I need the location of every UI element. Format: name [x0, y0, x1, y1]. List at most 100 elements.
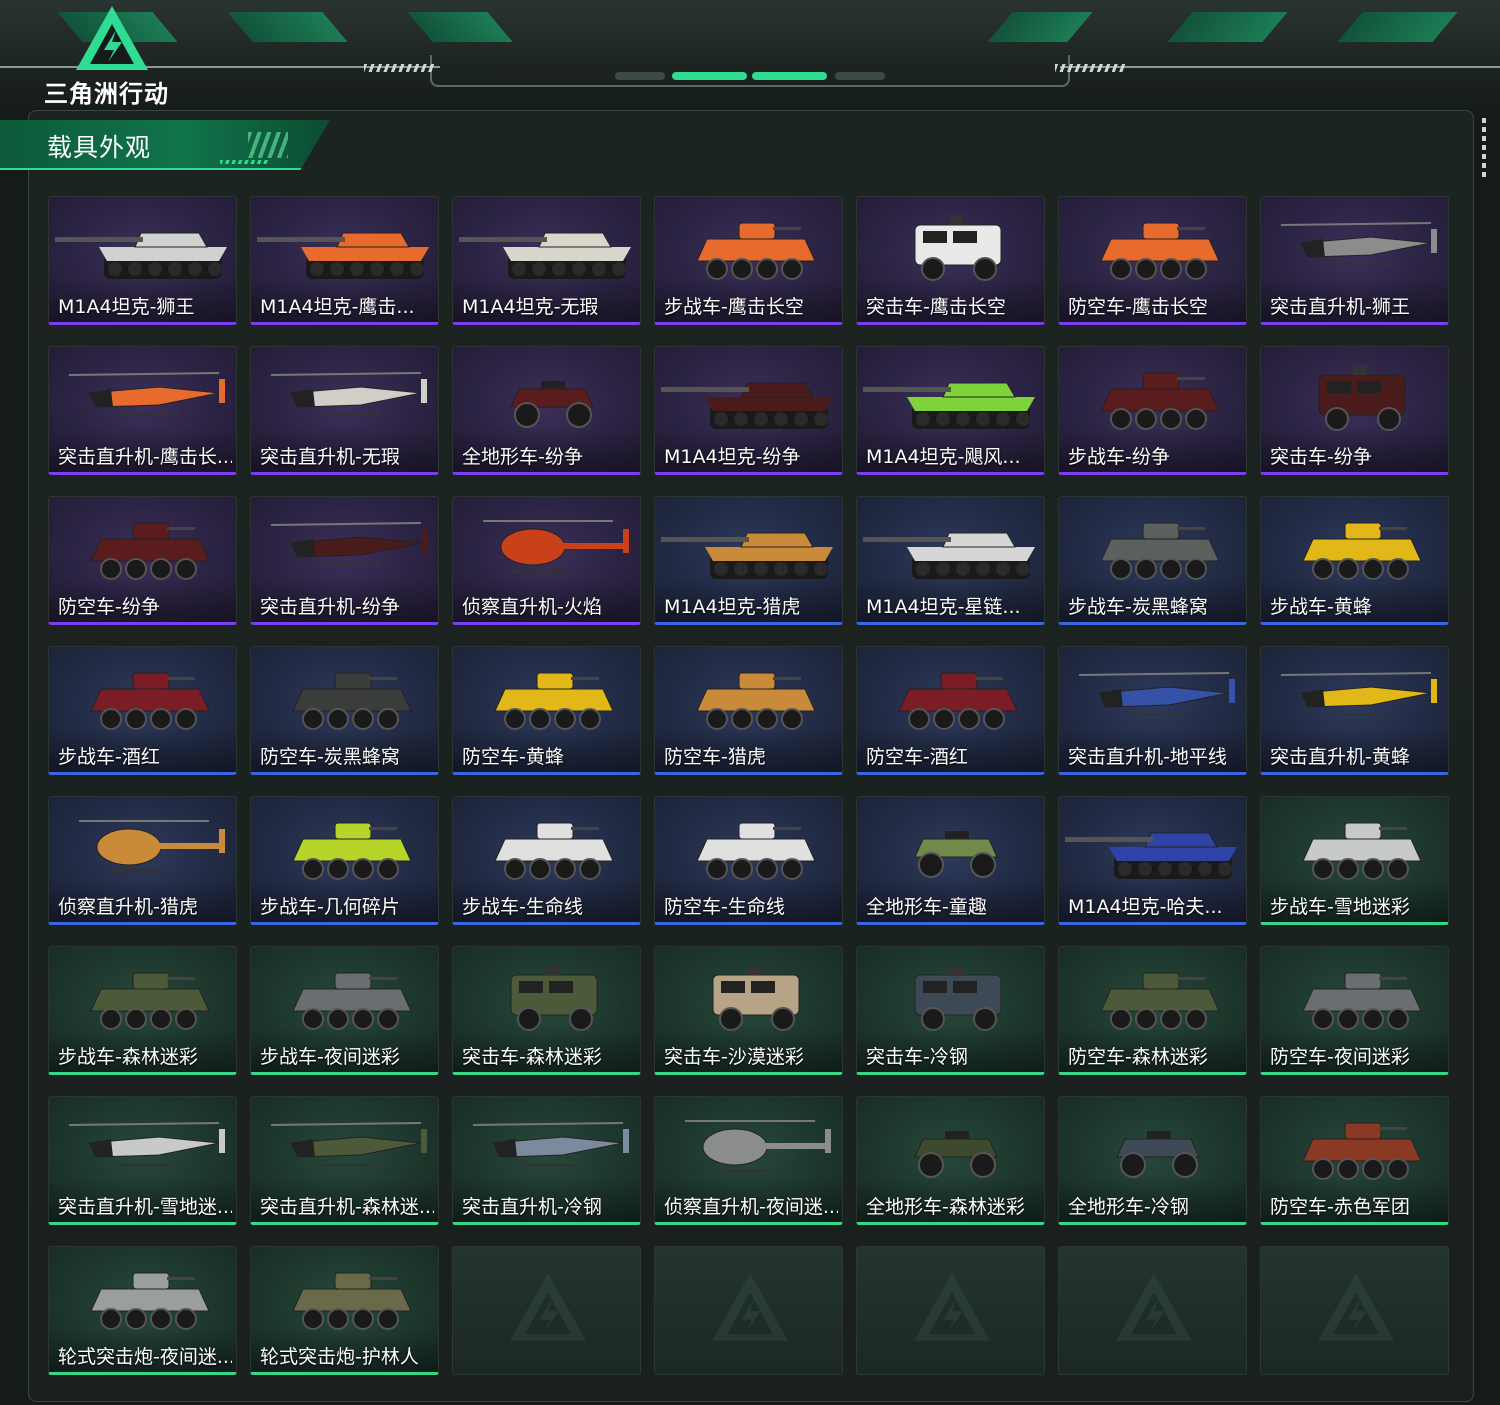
vehicle-skin-card[interactable]: 突击直升机-纷争 [250, 496, 439, 625]
vehicle-skin-card[interactable]: 防空车-炭黑蜂窝 [250, 646, 439, 775]
vehicle-skin-card[interactable]: 突击直升机-雪地迷... [48, 1096, 237, 1225]
vehicle-skin-card[interactable]: 步战车-酒红 [48, 646, 237, 775]
atv-icon [510, 381, 594, 428]
ifv-icon [1302, 972, 1422, 1030]
ifv-icon [292, 672, 412, 730]
vehicle-skin-name: 突击直升机-地平线 [1068, 746, 1227, 768]
vehicle-skin-name: M1A4坦克-无瑕 [462, 296, 599, 318]
vehicle-skin-card[interactable]: 步战车-雪地迷彩 [1260, 796, 1449, 925]
vehicle-skin-card[interactable]: 步战车-黄蜂 [1260, 496, 1449, 625]
vehicle-skin-card[interactable]: 步战车-鹰击长空 [654, 196, 843, 325]
vehicle-skin-card[interactable]: 防空车-赤色军团 [1260, 1096, 1449, 1225]
vehicle-skin-card[interactable]: M1A4坦克-哈夫... [1058, 796, 1247, 925]
vehicle-skin-card[interactable]: 侦察直升机-夜间迷... [654, 1096, 843, 1225]
ifv-icon [292, 972, 412, 1030]
vehicle-skin-card[interactable]: 防空车-猎虎 [654, 646, 843, 775]
vehicle-skin-card[interactable]: 防空车-生命线 [654, 796, 843, 925]
header-stripe [227, 12, 348, 42]
vehicle-skin-card[interactable]: 全地形车-童趣 [856, 796, 1045, 925]
vehicle-skin-card[interactable]: 轮式突击炮-夜间迷... [48, 1246, 237, 1375]
vehicle-skin-card[interactable]: 突击车-鹰击长空 [856, 196, 1045, 325]
vehicle-skin-card[interactable]: 防空车-黄蜂 [452, 646, 641, 775]
vehicle-skin-name: M1A4坦克-狮王 [58, 296, 195, 318]
vehicle-skin-card[interactable]: M1A4坦克-猎虎 [654, 496, 843, 625]
vehicle-skin-card[interactable]: 步战车-炭黑蜂窝 [1058, 496, 1247, 625]
vehicle-skin-name: 突击直升机-雪地迷... [58, 1196, 232, 1218]
vehicle-skin-card[interactable]: 防空车-鹰击长空 [1058, 196, 1247, 325]
ifv-icon [292, 822, 412, 880]
tank-icon [459, 232, 631, 279]
vehicle-skin-card[interactable]: 突击车-沙漠迷彩 [654, 946, 843, 1075]
empty-slot [856, 1246, 1045, 1375]
vehicle-skin-name: 轮式突击炮-夜间迷... [58, 1346, 232, 1368]
logo-placeholder-icon [1116, 1273, 1192, 1341]
vehicle-skin-card[interactable]: 防空车-森林迷彩 [1058, 946, 1247, 1075]
vehicle-skin-name: M1A4坦克-猎虎 [664, 596, 801, 618]
vehicle-skin-card[interactable]: 侦察直升机-猎虎 [48, 796, 237, 925]
logo-placeholder-icon [510, 1273, 586, 1341]
helicopter-icon [472, 1122, 629, 1166]
vehicle-skin-card[interactable]: 步战车-森林迷彩 [48, 946, 237, 1075]
vehicle-skin-name: 步战车-森林迷彩 [58, 1046, 198, 1068]
ifv-icon [494, 822, 614, 880]
vehicle-skin-card[interactable]: 突击直升机-森林迷... [250, 1096, 439, 1225]
wheeled-assault-gun-icon [292, 1272, 412, 1330]
empty-slot [1260, 1246, 1449, 1375]
vehicle-skin-card[interactable]: 突击直升机-鹰击长... [48, 346, 237, 475]
vehicle-skin-card[interactable]: 防空车-夜间迷彩 [1260, 946, 1449, 1075]
vehicle-skin-card[interactable]: 侦察直升机-火焰 [452, 496, 641, 625]
logo-placeholder-icon [914, 1273, 990, 1341]
vehicle-skin-card[interactable]: 步战车-几何碎片 [250, 796, 439, 925]
vehicle-skin-card[interactable]: M1A4坦克-无瑕 [452, 196, 641, 325]
vehicle-skin-card[interactable]: M1A4坦克-纷争 [654, 346, 843, 475]
vehicle-skin-name: 突击直升机-黄蜂 [1270, 746, 1410, 768]
vehicle-skin-card[interactable]: 全地形车-冷钢 [1058, 1096, 1247, 1225]
vehicle-skin-card[interactable]: 步战车-夜间迷彩 [250, 946, 439, 1075]
ifv-icon [1302, 522, 1422, 580]
assault-vehicle-icon [712, 965, 800, 1031]
vehicle-skin-card[interactable]: 全地形车-纷争 [452, 346, 641, 475]
scrollbar[interactable] [1482, 118, 1486, 178]
vehicle-skin-card[interactable]: M1A4坦克-飓风... [856, 346, 1045, 475]
vehicle-skin-card[interactable]: 轮式突击炮-护林人 [250, 1246, 439, 1375]
ifv-icon [90, 522, 210, 580]
vehicle-skin-name: 防空车-纷争 [58, 596, 160, 618]
vehicle-skin-card[interactable]: 步战车-纷争 [1058, 346, 1247, 475]
vehicle-skin-name: 侦察直升机-火焰 [462, 596, 602, 618]
ifv-icon [90, 972, 210, 1030]
vehicle-skin-name: M1A4坦克-鹰击... [260, 296, 415, 318]
scout-helicopter-icon [685, 1120, 831, 1173]
vehicle-skin-card[interactable]: 步战车-生命线 [452, 796, 641, 925]
atv-icon [914, 1131, 998, 1178]
vehicle-skin-card[interactable]: M1A4坦克-鹰击... [250, 196, 439, 325]
vehicle-skin-card[interactable]: 突击直升机-冷钢 [452, 1096, 641, 1225]
vehicle-skin-card[interactable]: 突击直升机-黄蜂 [1260, 646, 1449, 775]
vehicle-skin-card[interactable]: 突击直升机-无瑕 [250, 346, 439, 475]
vehicle-skin-name: 突击车-冷钢 [866, 1046, 968, 1068]
vehicle-skin-card[interactable]: 全地形车-森林迷彩 [856, 1096, 1045, 1225]
vehicle-skin-card[interactable]: 突击直升机-狮王 [1260, 196, 1449, 325]
vehicle-skin-card[interactable]: 防空车-酒红 [856, 646, 1045, 775]
tank-icon [863, 382, 1035, 429]
vehicle-skin-card[interactable]: 突击直升机-地平线 [1058, 646, 1247, 775]
vehicle-skin-card[interactable]: 突击车-纷争 [1260, 346, 1449, 475]
vehicle-skin-name: 步战车-雪地迷彩 [1270, 896, 1410, 918]
vehicle-skin-name: 防空车-生命线 [664, 896, 785, 918]
vehicle-skin-name: 突击车-鹰击长空 [866, 296, 1006, 318]
vehicle-skin-name: M1A4坦克-飓风... [866, 446, 1021, 468]
header-stripe [987, 12, 1093, 42]
tank-icon [863, 532, 1035, 579]
ifv-icon [1302, 1122, 1422, 1180]
vehicle-skin-name: 步战车-夜间迷彩 [260, 1046, 400, 1068]
ifv-icon [494, 672, 614, 730]
wheeled-assault-gun-icon [90, 1272, 210, 1330]
vehicle-skin-card[interactable]: M1A4坦克-狮王 [48, 196, 237, 325]
vehicle-skin-card[interactable]: 突击车-森林迷彩 [452, 946, 641, 1075]
vehicle-skin-card[interactable]: 突击车-冷钢 [856, 946, 1045, 1075]
vehicle-skin-name: 防空车-鹰击长空 [1068, 296, 1208, 318]
vehicle-skin-card[interactable]: 防空车-纷争 [48, 496, 237, 625]
vehicle-skin-name: 突击直升机-冷钢 [462, 1196, 602, 1218]
helicopter-icon [68, 1122, 225, 1166]
header-hash-mark [364, 64, 434, 72]
vehicle-skin-card[interactable]: M1A4坦克-星链... [856, 496, 1045, 625]
